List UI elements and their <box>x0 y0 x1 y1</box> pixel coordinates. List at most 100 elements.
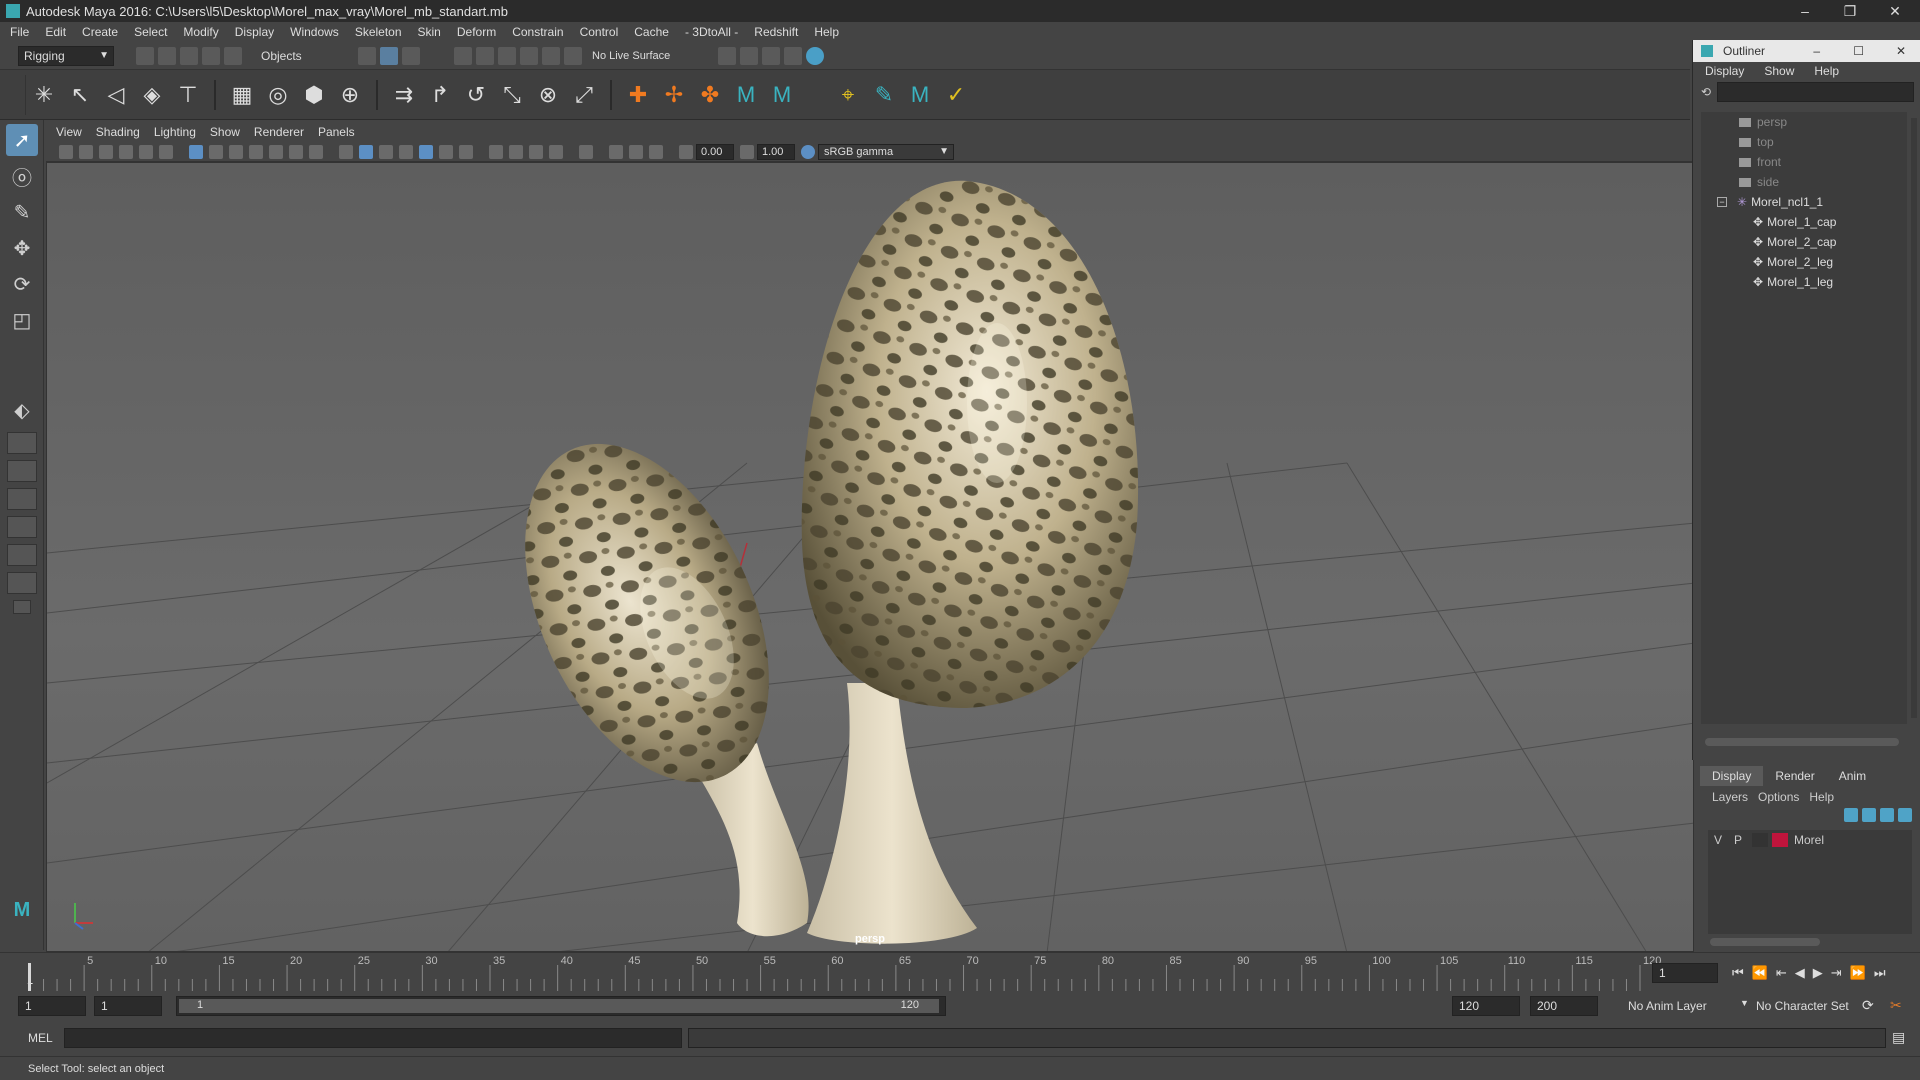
shadows-icon[interactable] <box>459 144 473 159</box>
menu-file[interactable]: File <box>10 25 29 39</box>
exposure-icon[interactable] <box>679 144 693 159</box>
snap-magnet-icon[interactable] <box>564 46 582 65</box>
depth-of-field-icon[interactable] <box>549 144 563 159</box>
maya-script-c-icon[interactable]: M <box>905 80 935 110</box>
script-editor-icon[interactable]: ▤ <box>1892 1029 1905 1046</box>
two-d-pan-icon[interactable] <box>139 144 153 159</box>
anim-layer-dropdown[interactable]: No Anim Layer <box>1628 999 1707 1013</box>
tab-display[interactable]: Display <box>1700 766 1764 786</box>
live-surface-label[interactable]: No Live Surface <box>592 50 692 62</box>
animation-start-field[interactable]: 1 <box>18 996 86 1016</box>
undo-icon[interactable] <box>202 46 220 65</box>
scale-constraint-icon[interactable]: ⤡ <box>497 80 527 110</box>
safe-title-icon[interactable] <box>309 144 323 159</box>
animation-preferences-icon[interactable]: ✂ <box>1890 997 1902 1014</box>
render-settings-icon[interactable] <box>784 46 802 65</box>
menu-cache[interactable]: Cache <box>634 25 669 39</box>
snap-view-plane-icon[interactable] <box>520 46 538 65</box>
mirror-joint-icon[interactable]: ◈ <box>137 80 167 110</box>
motion-blur-icon[interactable] <box>509 144 523 159</box>
show-manipulator-icon[interactable]: ⬖ <box>6 394 38 426</box>
ipr-render-icon[interactable] <box>762 46 780 65</box>
orient-joint-icon[interactable]: ⊤ <box>173 80 203 110</box>
outliner-minimize-button[interactable]: – <box>1813 44 1820 58</box>
paint-weights-icon[interactable]: ◎ <box>263 80 293 110</box>
camera-select-icon[interactable] <box>59 144 73 159</box>
lasso-tool-icon[interactable]: ⓞ <box>6 160 38 192</box>
redo-icon[interactable] <box>224 46 242 65</box>
locator-joint-icon[interactable]: ✢ <box>659 80 689 110</box>
menu-modify[interactable]: Modify <box>183 25 218 39</box>
scale-tool-icon[interactable]: ◰ <box>6 304 38 336</box>
xray-joints-icon[interactable] <box>649 144 663 159</box>
command-input[interactable] <box>64 1028 682 1048</box>
open-scene-icon[interactable] <box>158 46 176 65</box>
layout-two-panes-icon[interactable] <box>7 460 37 482</box>
playback-start-field[interactable]: 1 <box>94 996 162 1016</box>
render-view-icon[interactable] <box>718 46 736 65</box>
outliner-item-side[interactable]: side <box>1701 172 1907 192</box>
tab-render[interactable]: Render <box>1763 766 1826 786</box>
color-management-icon[interactable] <box>801 144 815 159</box>
outliner-maximize-button[interactable]: ☐ <box>1853 44 1864 58</box>
layer-visibility-toggle[interactable]: V <box>1708 833 1728 847</box>
menu-select[interactable]: Select <box>134 25 167 39</box>
outliner-item-front[interactable]: front <box>1701 152 1907 172</box>
perspective-viewport[interactable]: persp <box>46 162 1694 952</box>
select-object-icon[interactable] <box>380 46 398 65</box>
menu-skin[interactable]: Skin <box>418 25 441 39</box>
restore-button[interactable]: ❐ <box>1830 0 1870 22</box>
refresh-icon[interactable]: ⟲ <box>1701 85 1711 99</box>
aim-constraint-icon[interactable]: ↱ <box>425 80 455 110</box>
new-scene-icon[interactable] <box>136 46 154 65</box>
field-chart-icon[interactable] <box>269 144 283 159</box>
outliner-menu-show[interactable]: Show <box>1764 64 1794 78</box>
layer-display-type[interactable] <box>1752 833 1768 847</box>
layer-horizontal-scrollbar[interactable] <box>1710 938 1820 946</box>
range-slider[interactable]: 1 120 <box>176 996 946 1016</box>
default-material-icon[interactable] <box>399 144 413 159</box>
film-gate-icon[interactable] <box>209 144 223 159</box>
maya-script-a-icon[interactable]: M <box>731 80 761 110</box>
select-component-icon[interactable] <box>402 46 420 65</box>
orient-constraint-icon[interactable]: ↺ <box>461 80 491 110</box>
menu-windows[interactable]: Windows <box>290 25 339 39</box>
move-layer-down-icon[interactable] <box>1862 808 1876 822</box>
close-button[interactable]: ✕ <box>1875 0 1915 22</box>
outliner-close-button[interactable]: ✕ <box>1896 44 1906 58</box>
render-current-icon[interactable] <box>740 46 758 65</box>
step-back-icon[interactable]: ⏪ <box>1752 965 1768 981</box>
isolate-select-icon[interactable] <box>579 144 593 159</box>
camera-attributes-icon[interactable] <box>79 144 93 159</box>
wireframe-on-shaded-icon[interactable] <box>379 144 393 159</box>
parent-constraint-icon[interactable]: ⊗ <box>533 80 563 110</box>
panel-menu-lighting[interactable]: Lighting <box>154 125 196 139</box>
safe-action-icon[interactable] <box>289 144 303 159</box>
outliner-item-morel-2-leg[interactable]: ✥ Morel_2_leg <box>1701 252 1907 272</box>
xray-active-icon[interactable] <box>629 144 643 159</box>
menu-redshift[interactable]: Redshift <box>754 25 798 39</box>
layer-color-swatch[interactable] <box>1772 833 1788 847</box>
layer-playback-toggle[interactable]: P <box>1728 833 1748 847</box>
outliner-horizontal-scrollbar[interactable] <box>1705 738 1899 746</box>
cluster-icon[interactable]: ⊕ <box>335 80 365 110</box>
create-joints-icon[interactable]: ✳ <box>29 80 59 110</box>
layout-outliner-persp-icon[interactable] <box>7 516 37 538</box>
resolution-gate-icon[interactable] <box>229 144 243 159</box>
ambient-occlusion-icon[interactable] <box>489 144 503 159</box>
layer-menu-options[interactable]: Options <box>1758 790 1799 804</box>
outliner-vertical-scrollbar[interactable] <box>1911 118 1917 718</box>
layer-row-morel[interactable]: V P Morel <box>1708 830 1912 850</box>
outliner-search-input[interactable] <box>1717 82 1914 102</box>
go-to-end-icon[interactable]: ⏭ <box>1874 965 1886 981</box>
playback-end-field[interactable]: 120 <box>1452 996 1520 1016</box>
grid-toggle-icon[interactable] <box>189 144 203 159</box>
menu-deform[interactable]: Deform <box>457 25 496 39</box>
step-forward-icon[interactable]: ⏩ <box>1850 965 1866 981</box>
view-transform-dropdown[interactable]: sRGB gamma ▼ <box>818 143 954 160</box>
gamma-icon[interactable] <box>740 144 754 159</box>
step-back-key-icon[interactable]: ⇤ <box>1776 965 1787 981</box>
outliner-item-morel-1-cap[interactable]: ✥ Morel_1_cap <box>1701 212 1907 232</box>
panel-menu-renderer[interactable]: Renderer <box>254 125 304 139</box>
tab-anim[interactable]: Anim <box>1827 766 1878 786</box>
